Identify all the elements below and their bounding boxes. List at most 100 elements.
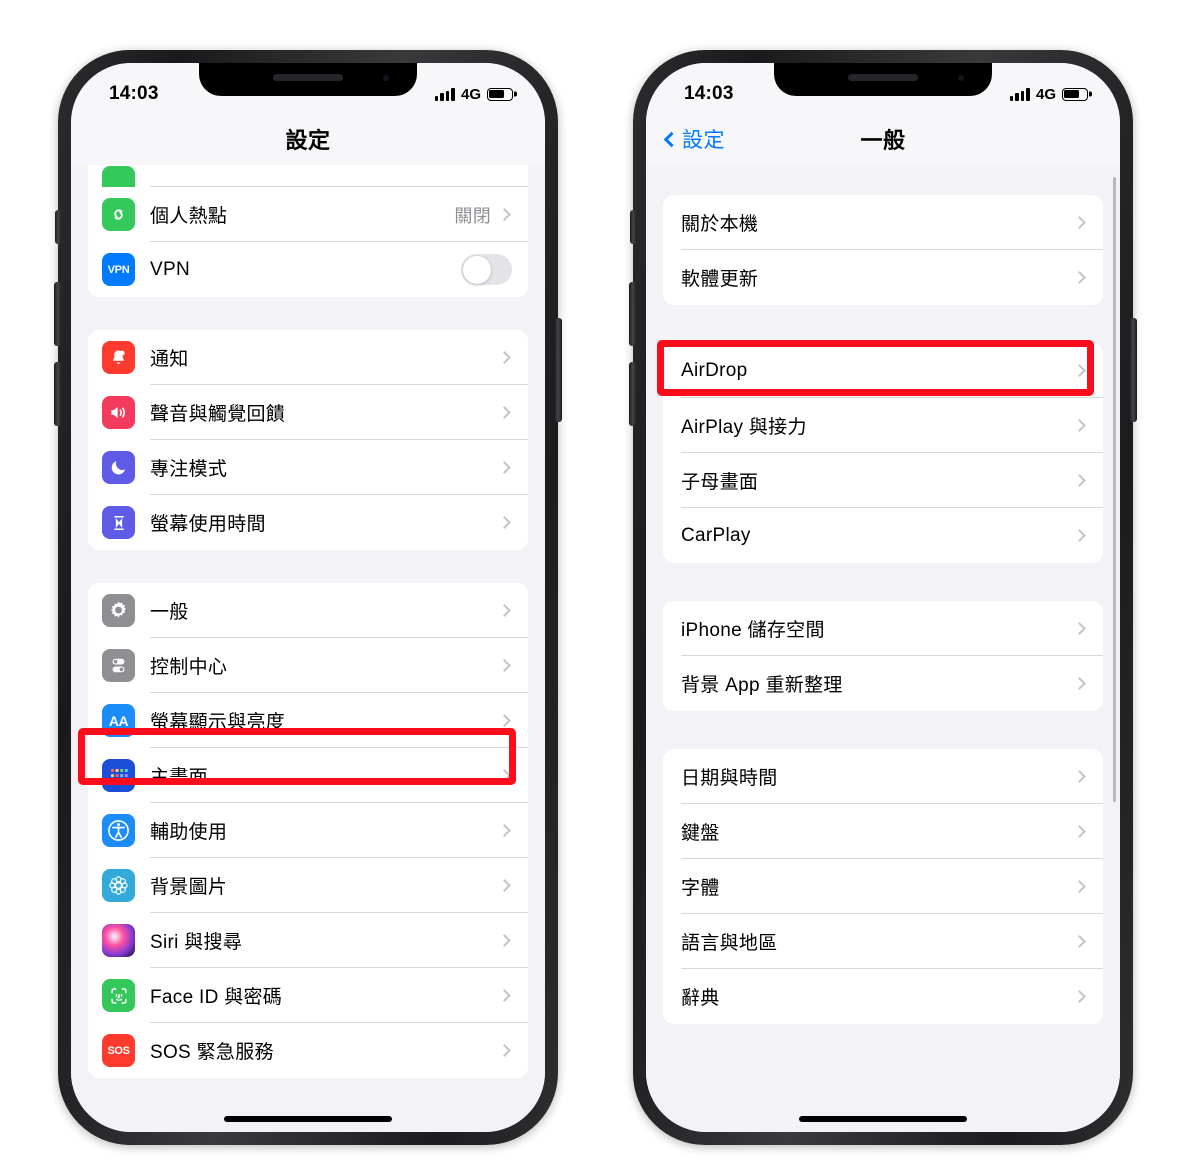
notch — [199, 63, 417, 96]
settings-group-device-info: 關於本機 軟體更新 — [663, 195, 1103, 305]
list-item-label: 輔助使用 — [150, 822, 228, 843]
list-item-home-screen[interactable]: 主畫面 — [88, 748, 528, 803]
power-button[interactable] — [1130, 318, 1137, 422]
list-item-label: SOS 緊急服務 — [150, 1042, 274, 1063]
volume-down-button[interactable] — [54, 362, 61, 426]
home-indicator[interactable] — [799, 1116, 967, 1122]
list-item-label: 控制中心 — [150, 657, 228, 678]
list-item-airplay-handoff[interactable]: AirPlay 與接力 — [663, 398, 1103, 453]
list-item-accessibility[interactable]: 輔助使用 — [88, 803, 528, 858]
list-item-label: 軟體更新 — [681, 269, 759, 290]
list-item-label: VPN — [150, 258, 190, 280]
accessibility-icon — [102, 814, 135, 847]
chevron-right-icon — [498, 516, 511, 529]
list-item-focus[interactable]: 專注模式 — [88, 440, 528, 495]
status-bar-indicators: 4G — [1009, 85, 1088, 103]
home-screen-icon — [102, 759, 135, 792]
earpiece-speaker-icon — [848, 74, 918, 81]
wallpaper-icon — [102, 869, 135, 902]
home-indicator[interactable] — [224, 1116, 392, 1122]
chevron-right-icon — [1073, 529, 1086, 542]
chevron-right-icon — [498, 989, 511, 1002]
list-item-carplay[interactable]: CarPlay — [663, 508, 1103, 563]
list-item-label: Face ID 與密碼 — [150, 987, 283, 1008]
general-gear-icon — [102, 594, 135, 627]
status-bar-network: 4G — [1035, 85, 1056, 103]
list-item-software-update[interactable]: 軟體更新 — [663, 250, 1103, 305]
mute-switch-button[interactable] — [55, 210, 61, 244]
face-id-icon — [102, 979, 135, 1012]
list-item-label: iPhone 儲存空間 — [681, 620, 825, 641]
focus-icon — [102, 451, 135, 484]
list-item-siri-search[interactable]: Siri 與搜尋 — [88, 913, 528, 968]
chevron-right-icon — [1073, 880, 1086, 893]
list-item-fonts[interactable]: 字體 — [663, 859, 1103, 914]
list-item-emergency-sos[interactable]: SOS SOS 緊急服務 — [88, 1023, 528, 1078]
chevron-right-icon — [1073, 622, 1086, 635]
chevron-right-icon — [498, 1044, 511, 1057]
list-item-label: AirDrop — [681, 359, 748, 381]
status-bar-network: 4G — [460, 85, 481, 103]
general-scroll-view[interactable]: 關於本機 軟體更新 AirDrop AirPlay 與接力 子母畫面 CarPl… — [646, 165, 1120, 1132]
settings-group-system: 一般 控制中心 AA 螢幕顯示與亮度 主畫面 輔助使用 背景圖片 Siri 與搜… — [88, 583, 528, 1078]
list-item-partial[interactable] — [88, 165, 528, 187]
list-item-general[interactable]: 一般 — [88, 583, 528, 638]
screen-time-icon — [102, 506, 135, 539]
settings-scroll-view[interactable]: 個人熱點 關閉 VPN VPN 通知 聲音與觸覺回饋 專注模式 螢幕使用時間 一… — [71, 165, 545, 1132]
list-item-label: 日期與時間 — [681, 768, 778, 789]
list-item-date-time[interactable]: 日期與時間 — [663, 749, 1103, 804]
chevron-right-icon — [498, 208, 511, 221]
chevron-right-icon — [498, 934, 511, 947]
mute-switch-button[interactable] — [630, 210, 636, 244]
status-bar-time: 14:03 — [684, 83, 734, 104]
chevron-right-icon — [498, 769, 511, 782]
list-item-personal-hotspot[interactable]: 個人熱點 關閉 — [88, 187, 528, 242]
list-item-face-id[interactable]: Face ID 與密碼 — [88, 968, 528, 1023]
list-item-notifications[interactable]: 通知 — [88, 330, 528, 385]
list-item-label: 鍵盤 — [681, 823, 720, 844]
power-button[interactable] — [555, 318, 562, 422]
back-button[interactable]: 設定 — [663, 124, 725, 154]
iphone-device-settings: 14:03 4G 設定 個人熱點 關閉 VPN VPN 通知 聲音與觸覺回饋 專… — [54, 50, 562, 1145]
list-item-keyboard[interactable]: 鍵盤 — [663, 804, 1103, 859]
chevron-right-icon — [498, 714, 511, 727]
list-item-about[interactable]: 關於本機 — [663, 195, 1103, 250]
list-item-control-center[interactable]: 控制中心 — [88, 638, 528, 693]
list-item-label: 聲音與觸覺回饋 — [150, 404, 286, 425]
list-item-label: 關於本機 — [681, 214, 759, 235]
list-item-label: 螢幕使用時間 — [150, 514, 266, 535]
settings-group-sharing: AirDrop AirPlay 與接力 子母畫面 CarPlay — [663, 343, 1103, 563]
control-center-icon — [102, 649, 135, 682]
status-bar-time: 14:03 — [109, 83, 159, 104]
cellular-signal-icon — [434, 87, 455, 101]
list-item-screen-time[interactable]: 螢幕使用時間 — [88, 495, 528, 550]
volume-up-button[interactable] — [54, 282, 61, 346]
list-item-wallpaper[interactable]: 背景圖片 — [88, 858, 528, 913]
chevron-right-icon — [498, 604, 511, 617]
chevron-right-icon — [1073, 271, 1086, 284]
chevron-right-icon — [498, 879, 511, 892]
list-item-vpn[interactable]: VPN VPN — [88, 242, 528, 297]
list-item-language-region[interactable]: 語言與地區 — [663, 914, 1103, 969]
list-item-label: Siri 與搜尋 — [150, 932, 243, 953]
list-item-label: 背景圖片 — [150, 877, 228, 898]
screenshot-stage: 14:03 4G 設定 個人熱點 關閉 VPN VPN 通知 聲音與觸覺回饋 專… — [0, 0, 1200, 1172]
list-item-airdrop[interactable]: AirDrop — [663, 343, 1103, 398]
scroll-indicator[interactable] — [1112, 177, 1116, 802]
siri-search-icon — [102, 924, 135, 957]
list-item-display-brightness[interactable]: AA 螢幕顯示與亮度 — [88, 693, 528, 748]
chevron-right-icon — [1073, 216, 1086, 229]
list-item-iphone-storage[interactable]: iPhone 儲存空間 — [663, 601, 1103, 656]
cut-green-icon — [102, 166, 135, 187]
list-item-background-app-refresh[interactable]: 背景 App 重新整理 — [663, 656, 1103, 711]
list-item-sounds-haptics[interactable]: 聲音與觸覺回饋 — [88, 385, 528, 440]
list-item-picture-in-picture[interactable]: 子母畫面 — [663, 453, 1103, 508]
back-button-label: 設定 — [682, 129, 725, 152]
list-item-label: 語言與地區 — [681, 933, 778, 954]
volume-down-button[interactable] — [629, 362, 636, 426]
vpn-toggle[interactable] — [461, 254, 512, 285]
front-camera-icon — [383, 75, 389, 81]
list-item-dictionary[interactable]: 辭典 — [663, 969, 1103, 1024]
settings-group-storage: iPhone 儲存空間 背景 App 重新整理 — [663, 601, 1103, 711]
volume-up-button[interactable] — [629, 282, 636, 346]
